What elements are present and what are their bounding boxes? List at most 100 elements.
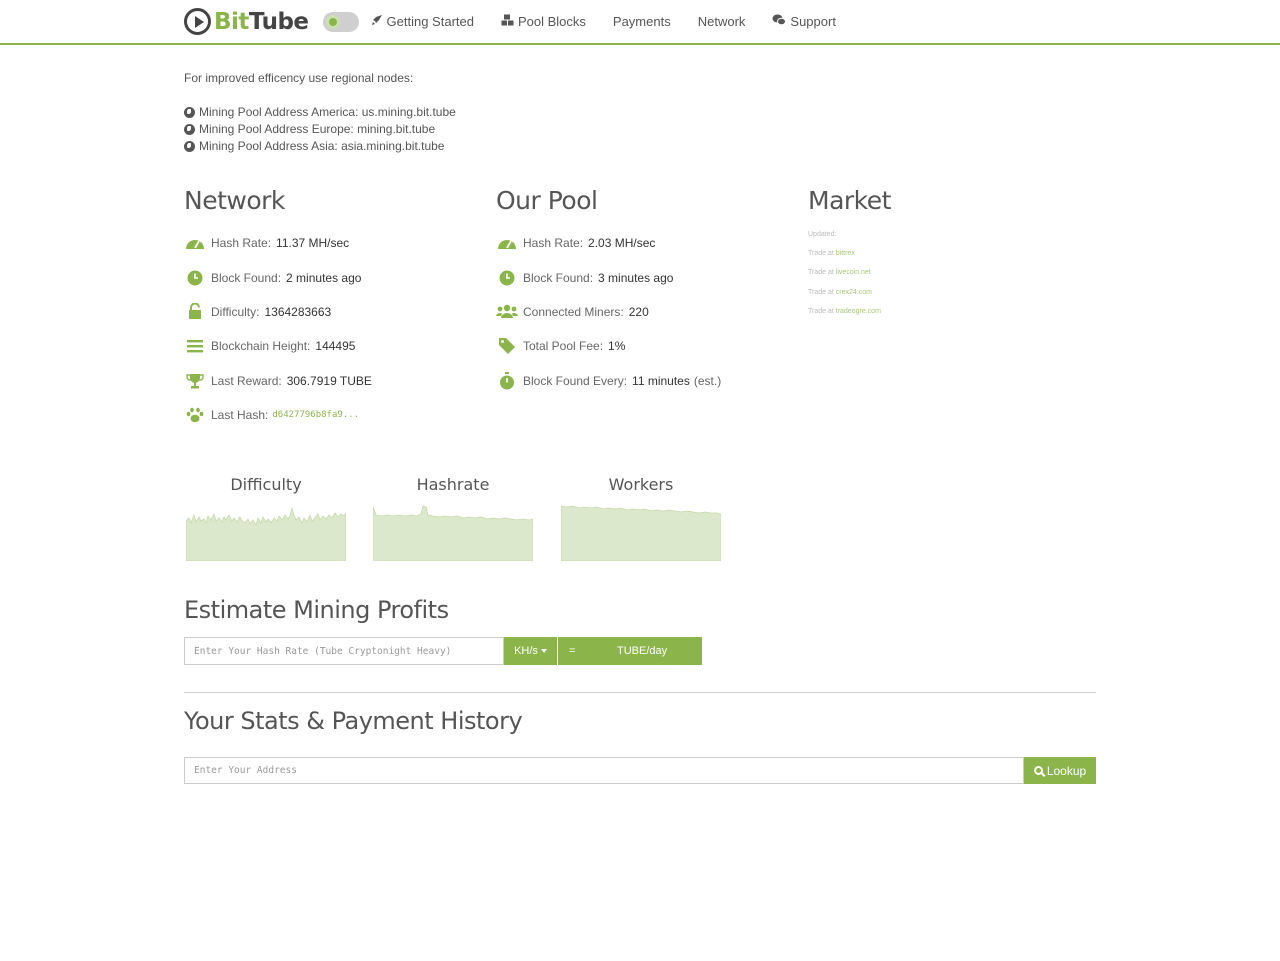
node-address-asia: Mining Pool Address Asia: asia.mining.bi… bbox=[199, 139, 445, 153]
cubes-icon bbox=[501, 14, 514, 29]
pool-column: Our Pool Hash Rate: 2.03 MH/sec Block Fou… bbox=[496, 186, 721, 398]
bars-icon bbox=[184, 337, 206, 355]
stat-value: 1364283663 bbox=[264, 304, 332, 319]
stat-value: 2.03 MH/sec bbox=[588, 236, 656, 251]
network-column: Network Hash Rate: 11.37 MH/sec Block Fou… bbox=[184, 186, 372, 432]
unlock-icon bbox=[184, 303, 206, 321]
stat-value: 144495 bbox=[315, 339, 356, 354]
hashrate-placeholder: Enter Your Hash Rate (Tube Cryptonight H… bbox=[194, 645, 452, 657]
globe-icon bbox=[184, 124, 195, 135]
market-updated: Updated: bbox=[808, 231, 837, 238]
comments-icon bbox=[772, 14, 787, 29]
workers-sparkline bbox=[561, 505, 721, 561]
stat-row: Blockchain Height: 144495 bbox=[184, 329, 372, 363]
logo[interactable]: BitTube bbox=[184, 8, 309, 35]
stat-label: Hash Rate: bbox=[211, 236, 272, 251]
logo-tube: Tube bbox=[248, 8, 309, 35]
chart-title: Difficulty bbox=[230, 475, 302, 494]
stat-row: Total Pool Fee: 1% bbox=[496, 329, 721, 363]
paw-icon bbox=[184, 406, 206, 424]
stat-label: Difficulty: bbox=[211, 304, 260, 319]
trade-prefix: Trade at bbox=[808, 288, 834, 296]
result-unit: TUBE/day bbox=[617, 645, 668, 657]
stat-value: 2 minutes ago bbox=[286, 270, 362, 285]
exchange-link-tradeogre[interactable]: tradeogre.com bbox=[836, 308, 881, 315]
gauge-icon bbox=[184, 234, 206, 252]
clock-icon bbox=[496, 269, 518, 287]
exchange-link-crex24[interactable]: crex24.com bbox=[836, 289, 872, 296]
lookup-button[interactable]: Lookup bbox=[1024, 757, 1096, 784]
workers-chart: Workers bbox=[561, 475, 721, 561]
section-divider bbox=[184, 692, 1096, 693]
stat-label: Last Reward: bbox=[211, 373, 282, 388]
nav-payments[interactable]: Payments bbox=[613, 14, 671, 29]
stat-label: Block Found: bbox=[211, 270, 282, 285]
stats-history-title: Your Stats & Payment History bbox=[184, 707, 523, 735]
market-trade: Trade at crex24.com bbox=[808, 289, 891, 308]
address-input[interactable]: Enter Your Address bbox=[184, 757, 1024, 784]
stat-label: Block Found: bbox=[523, 270, 594, 285]
workers-area bbox=[561, 505, 721, 561]
trade-prefix: Trade at bbox=[808, 307, 834, 315]
gauge-icon bbox=[496, 234, 518, 252]
hashrate-chart: Hashrate bbox=[373, 475, 533, 561]
difficulty-area bbox=[186, 506, 346, 561]
pool-title: Our Pool bbox=[496, 186, 598, 215]
users-icon bbox=[496, 303, 518, 321]
stat-row: Connected Miners: 220 bbox=[496, 295, 721, 329]
market-column: Market Updated: Trade at bittrex Trade a… bbox=[808, 186, 891, 327]
nav-pool-blocks[interactable]: Pool Blocks bbox=[501, 14, 586, 29]
stat-value: 11 minutes bbox=[632, 373, 690, 388]
intro-text: For improved efficency use regional node… bbox=[184, 71, 414, 85]
nav-inner: BitTube Getting Started Pool Blocks Paym… bbox=[184, 0, 863, 43]
globe-icon bbox=[184, 141, 195, 152]
stat-row: Difficulty: 1364283663 bbox=[184, 295, 372, 329]
stat-label: Total Pool Fee: bbox=[523, 339, 604, 354]
stat-label: Hash Rate: bbox=[523, 236, 584, 251]
nav-network[interactable]: Network bbox=[698, 14, 746, 29]
hashrate-area bbox=[373, 505, 533, 561]
clock-icon bbox=[184, 269, 206, 287]
stat-row: Block Found: 3 minutes ago bbox=[496, 260, 721, 294]
toggle-knob bbox=[325, 14, 340, 29]
stat-value: 3 minutes ago bbox=[598, 270, 674, 285]
node-address-europe: Mining Pool Address Europe: mining.bit.t… bbox=[199, 122, 436, 136]
exchange-link-bittrex[interactable]: bittrex bbox=[836, 250, 855, 257]
stopwatch-icon bbox=[496, 371, 518, 390]
node-item: Mining Pool Address Europe: mining.bit.t… bbox=[184, 121, 456, 138]
stat-label: Last Hash: bbox=[211, 408, 269, 423]
nav-getting-started[interactable]: Getting Started bbox=[371, 14, 474, 29]
nav-support[interactable]: Support bbox=[772, 14, 836, 29]
caret-down-icon bbox=[540, 649, 547, 653]
exchange-link-livecoin[interactable]: livecoin.net bbox=[836, 269, 871, 276]
unit-label: KH/s bbox=[514, 645, 538, 657]
unit-dropdown-button[interactable]: KH/s bbox=[504, 637, 557, 665]
stat-value: 1% bbox=[608, 339, 626, 354]
node-address-america: Mining Pool Address America: us.mining.b… bbox=[199, 105, 456, 119]
logo-text: BitTube bbox=[214, 9, 309, 35]
stat-row: Hash Rate: 11.37 MH/sec bbox=[184, 226, 372, 260]
stat-label: Block Found Every: bbox=[523, 373, 628, 388]
logo-bit: Bit bbox=[214, 8, 249, 35]
node-list: Mining Pool Address America: us.mining.b… bbox=[184, 104, 456, 155]
address-placeholder: Enter Your Address bbox=[194, 765, 297, 776]
nav-pool-blocks-label: Pool Blocks bbox=[517, 14, 586, 29]
estimate-title: Estimate Mining Profits bbox=[184, 596, 449, 624]
chart-title: Workers bbox=[608, 475, 674, 494]
node-item: Mining Pool Address Asia: asia.mining.bi… bbox=[184, 138, 456, 155]
nav-getting-started-label: Getting Started bbox=[386, 14, 474, 29]
difficulty-sparkline bbox=[186, 506, 346, 561]
last-hash-link[interactable]: d6427796b8fa9... bbox=[272, 410, 359, 420]
trade-prefix: Trade at bbox=[808, 269, 834, 277]
theme-toggle[interactable] bbox=[322, 11, 359, 32]
trophy-icon bbox=[184, 372, 206, 390]
market-trade: Trade at tradeogre.com bbox=[808, 308, 891, 327]
difficulty-chart: Difficulty bbox=[186, 475, 346, 561]
stat-row: Last Reward: 306.7919 TUBE bbox=[184, 364, 372, 398]
stat-row: Block Found: 2 minutes ago bbox=[184, 260, 372, 294]
stat-value: 306.7919 TUBE bbox=[286, 373, 372, 388]
navbar: BitTube Getting Started Pool Blocks Paym… bbox=[0, 0, 1280, 45]
stat-value: 11.37 MH/sec bbox=[276, 236, 350, 251]
hashrate-input[interactable]: Enter Your Hash Rate (Tube Cryptonight H… bbox=[184, 637, 504, 665]
equals-sign: = bbox=[569, 645, 576, 657]
